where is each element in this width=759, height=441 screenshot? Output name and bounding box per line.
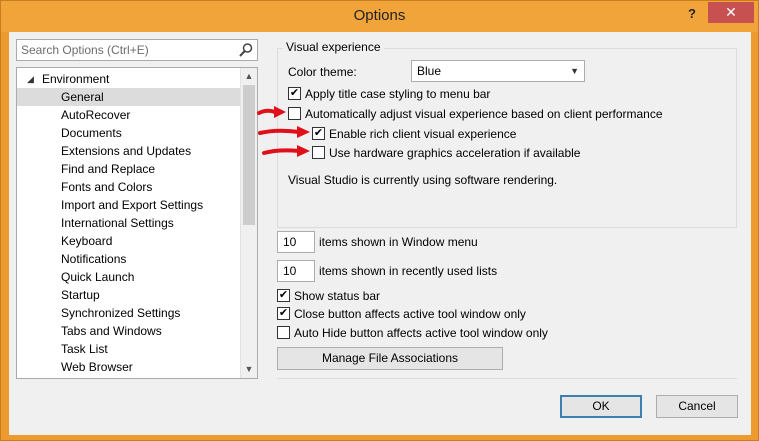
scroll-thumb[interactable] <box>243 85 255 225</box>
scroll-down-icon[interactable]: ▼ <box>241 361 257 378</box>
tree-node-label: International Settings <box>61 216 174 230</box>
recent-lists-count-input[interactable]: 10 <box>277 260 315 282</box>
auto-adjust-label: Automatically adjust visual experience b… <box>305 107 663 121</box>
tree-node-startup[interactable]: Startup <box>17 286 241 304</box>
tree-node-notifications[interactable]: Notifications <box>17 250 241 268</box>
tree-node-label: Environment <box>42 72 110 86</box>
search-icon <box>239 43 253 57</box>
color-theme-value: Blue <box>417 64 442 78</box>
tree-node-web-browser[interactable]: Web Browser <box>17 358 241 376</box>
tree-node-general[interactable]: General <box>17 88 241 106</box>
tree-node-label: Keyboard <box>61 234 113 248</box>
tree-node-international-settings[interactable]: International Settings <box>17 214 241 232</box>
tree-node-label: Web Browser <box>61 360 133 374</box>
tree-node-label: Startup <box>61 288 100 302</box>
tree-node-find-and-replace[interactable]: Find and Replace <box>17 160 241 178</box>
annotation-arrow-icon <box>257 106 286 118</box>
window-menu-count-label: items shown in Window menu <box>319 235 478 249</box>
title-bar[interactable]: Options ? ✕ <box>1 1 758 32</box>
tree-node-environment[interactable]: ◢ Environment <box>17 70 241 88</box>
auto-hide-checkbox[interactable] <box>277 326 290 339</box>
window-menu-count-value: 10 <box>283 235 297 249</box>
hw-accel-checkbox[interactable] <box>312 146 325 159</box>
tree-node-label: Documents <box>61 126 122 140</box>
tree-node-label: General <box>61 90 104 104</box>
auto-adjust-checkbox[interactable] <box>288 107 301 120</box>
window-title: Options <box>353 7 406 24</box>
tree-node-label: Tabs and Windows <box>61 324 162 338</box>
ok-button[interactable]: OK <box>560 395 642 418</box>
annotation-arrow-icon <box>258 126 310 138</box>
color-theme-select[interactable]: Blue ▼ <box>411 60 585 82</box>
tree-node-task-list[interactable]: Task List <box>17 340 241 358</box>
tree-node-quick-launch[interactable]: Quick Launch <box>17 268 241 286</box>
options-tree: ◢ Environment General AutoRecover Document… <box>16 67 258 379</box>
tree-node-autorecover[interactable]: AutoRecover <box>17 106 241 124</box>
tree-node-tabs-and-windows[interactable]: Tabs and Windows <box>17 322 241 340</box>
tree-node-synchronized-settings[interactable]: Synchronized Settings <box>17 304 241 322</box>
recent-lists-count-label: items shown in recently used lists <box>319 264 498 278</box>
divider <box>277 378 737 379</box>
help-button[interactable]: ? <box>684 4 700 24</box>
apply-title-case-checkbox[interactable]: ✔ <box>288 87 301 100</box>
close-button[interactable]: ✕ <box>708 2 754 23</box>
cancel-button[interactable]: Cancel <box>656 395 738 418</box>
options-window: Options ? ✕ Search Options (Ctrl+E) ◢ En… <box>0 0 759 441</box>
manage-file-associations-button[interactable]: Manage File Associations <box>277 347 503 370</box>
apply-title-case-label: Apply title case styling to menu bar <box>305 87 491 101</box>
color-theme-label: Color theme: <box>288 65 357 79</box>
tree-node-fonts-and-colors[interactable]: Fonts and Colors <box>17 178 241 196</box>
close-button-label: Close button affects active tool window … <box>294 307 526 321</box>
rendering-status-text: Visual Studio is currently using softwar… <box>288 173 558 187</box>
tree-node-label: Fonts and Colors <box>61 180 153 194</box>
rich-client-checkbox[interactable]: ✔ <box>312 127 325 140</box>
recent-lists-count-value: 10 <box>283 264 297 278</box>
tree-node-label: Extensions and Updates <box>61 144 192 158</box>
dialog-client: Search Options (Ctrl+E) ◢ Environment Ge… <box>9 32 751 435</box>
tree-node-keyboard[interactable]: Keyboard <box>17 232 241 250</box>
expanded-triangle-icon[interactable]: ◢ <box>27 70 34 88</box>
show-status-bar-checkbox[interactable]: ✔ <box>277 289 290 302</box>
visual-experience-label: Visual experience <box>283 40 384 54</box>
tree-node-documents[interactable]: Documents <box>17 124 241 142</box>
tree-node-label: AutoRecover <box>61 108 131 122</box>
tree-node-extensions-and-updates[interactable]: Extensions and Updates <box>17 142 241 160</box>
window-menu-count-input[interactable]: 10 <box>277 231 315 253</box>
chevron-down-icon: ▼ <box>570 66 579 76</box>
tree-node-label: Import and Export Settings <box>61 198 204 212</box>
auto-hide-label: Auto Hide button affects active tool win… <box>294 326 548 340</box>
tree-node-label: Notifications <box>61 252 127 266</box>
search-input[interactable]: Search Options (Ctrl+E) <box>16 39 258 61</box>
tree-node-label: Find and Replace <box>61 162 156 176</box>
tree-node-label: Quick Launch <box>61 270 135 284</box>
hw-accel-label: Use hardware graphics acceleration if av… <box>329 146 581 160</box>
close-button-checkbox[interactable]: ✔ <box>277 307 290 320</box>
tree-node-import-and-export-settings[interactable]: Import and Export Settings <box>17 196 241 214</box>
tree-node-label: Task List <box>61 342 108 356</box>
annotation-arrow-icon <box>262 145 310 157</box>
search-placeholder: Search Options (Ctrl+E) <box>21 43 149 57</box>
scroll-up-icon[interactable]: ▲ <box>241 68 257 85</box>
show-status-bar-label: Show status bar <box>294 289 381 303</box>
rich-client-label: Enable rich client visual experience <box>329 127 517 141</box>
tree-node-label: Synchronized Settings <box>61 306 181 320</box>
